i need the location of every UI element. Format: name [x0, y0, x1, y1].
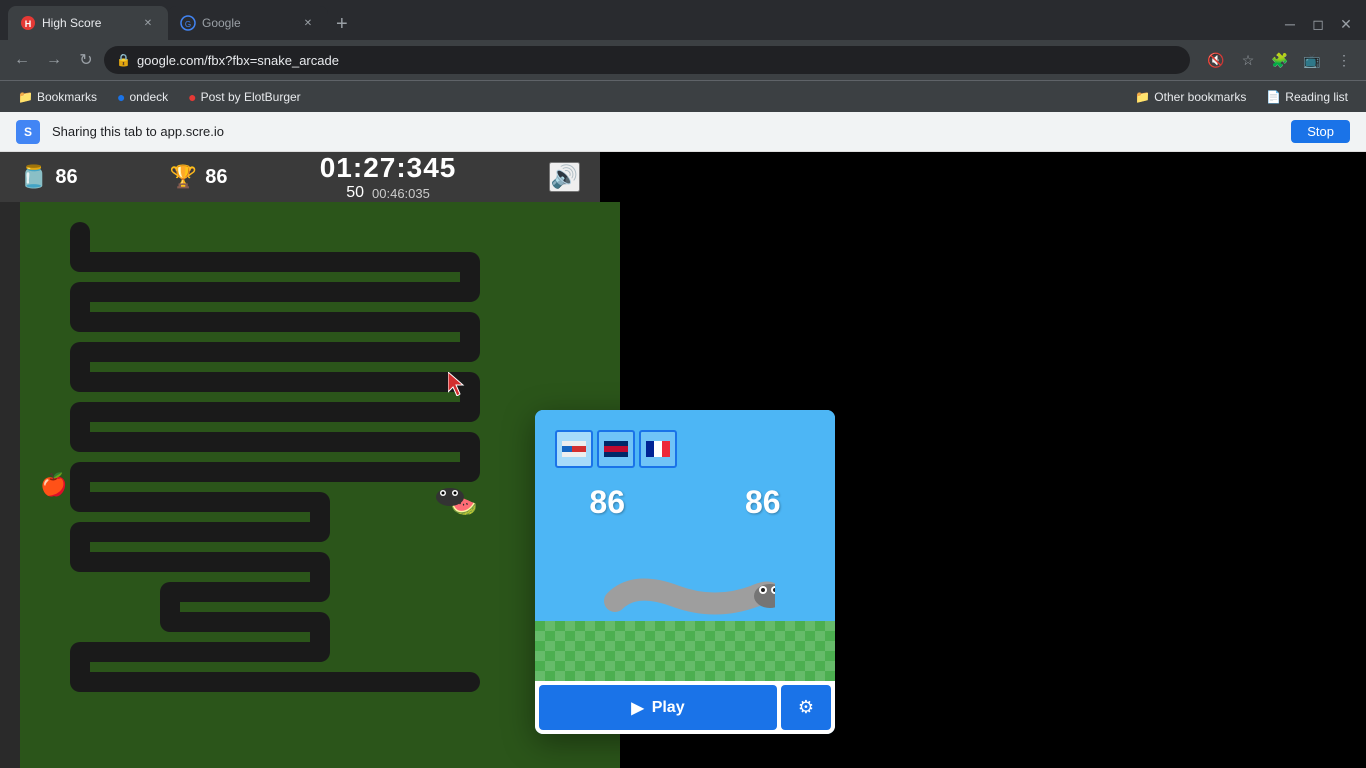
snake-svg — [20, 202, 620, 768]
tab2-title: Google — [202, 16, 294, 30]
game-board[interactable]: 🍎 🍉 🍒 🟡 — [20, 202, 620, 768]
svg-text:G: G — [185, 20, 191, 29]
reading-list-link[interactable]: 📄 Reading list — [1260, 88, 1354, 106]
stop-button[interactable]: Stop — [1291, 120, 1350, 143]
bookmark-elotburger[interactable]: ● Post by ElotBurger — [182, 87, 307, 107]
fruit-apple: 🍎 — [40, 472, 67, 498]
elotburger-label: Post by ElotBurger — [201, 90, 301, 104]
dialog-score-right: 86 — [745, 484, 781, 521]
tab2-favicon: G — [180, 15, 196, 31]
audio-button[interactable]: 🔊 — [549, 162, 580, 192]
reading-list-icon: 📄 — [1266, 90, 1281, 104]
tab1-close[interactable]: ✕ — [140, 15, 156, 31]
game-container: 🫙 86 🏆 86 01:27:345 50 00:46:035 — [0, 152, 600, 768]
dialog-score-left: 86 — [589, 484, 625, 521]
address-text: google.com/fbx?fbx=snake_arcade — [137, 53, 1178, 68]
dialog-top: 86 86 — [535, 410, 835, 621]
back-button[interactable]: ← — [8, 46, 36, 74]
content-area: 🫙 86 🏆 86 01:27:345 50 00:46:035 — [0, 152, 1366, 768]
new-tab-button[interactable]: + — [328, 13, 356, 36]
score-section-trophy: 🏆 86 — [170, 164, 228, 190]
mute-button[interactable]: 🔇 — [1202, 46, 1230, 74]
tab-high-score[interactable]: H High Score ✕ — [8, 6, 168, 40]
flag-card-3[interactable] — [639, 430, 677, 468]
score-dialog: 86 86 — [535, 410, 835, 734]
gear-icon: ⚙ — [798, 697, 814, 718]
main-timer: 01:27:345 — [320, 152, 457, 184]
close-button[interactable]: ✕ — [1334, 12, 1358, 36]
bookmarks-label: Bookmarks — [37, 90, 97, 104]
tab2-close[interactable]: ✕ — [300, 15, 316, 31]
elotburger-icon: ● — [188, 89, 196, 105]
dialog-buttons: ▶ Play ⚙ — [535, 681, 835, 734]
flag-card-1[interactable] — [555, 430, 593, 468]
ondeck-label: ondeck — [129, 90, 168, 104]
tab-bar: H High Score ✕ G Google ✕ + ─ ◻ ✕ — [0, 0, 1366, 40]
nav-right: 🔇 ☆ 🧩 📺 ⋮ — [1202, 46, 1358, 74]
sub-timer: 00:46:035 — [372, 186, 430, 201]
tab1-title: High Score — [42, 16, 134, 30]
dialog-scores: 86 86 — [555, 484, 815, 521]
tab-bar-actions: ─ ◻ ✕ — [1278, 12, 1358, 36]
bookmark-bookmarks[interactable]: 📁 Bookmarks — [12, 88, 103, 106]
forward-button[interactable]: → — [40, 46, 68, 74]
lock-icon: 🔒 — [116, 53, 131, 67]
ground-pattern-svg — [535, 621, 835, 681]
bookmark-star-button[interactable]: ☆ — [1234, 46, 1262, 74]
water-drop-icon: 🫙 — [20, 164, 47, 190]
dialog-snake-area — [555, 531, 815, 621]
browser-frame: H High Score ✕ G Google ✕ + ─ ◻ ✕ — [0, 0, 1366, 768]
sharing-bar: S Sharing this tab to app.scre.io Stop — [0, 112, 1366, 152]
reading-list-label: Reading list — [1285, 90, 1348, 104]
address-bar[interactable]: 🔒 google.com/fbx?fbx=snake_arcade — [104, 46, 1190, 74]
dialog-ground — [535, 621, 835, 681]
other-bookmarks-label: Other bookmarks — [1154, 90, 1246, 104]
bookmarks-bar: 📁 Bookmarks ● ondeck ● Post by ElotBurge… — [0, 80, 1366, 112]
tab1-favicon: H — [20, 15, 36, 31]
play-label: Play — [652, 699, 685, 717]
tab-google[interactable]: G Google ✕ — [168, 6, 328, 40]
refresh-button[interactable]: ↻ — [72, 46, 100, 74]
score-value-trophy: 86 — [205, 166, 227, 189]
svg-text:H: H — [25, 19, 32, 29]
maximize-button[interactable]: ◻ — [1306, 12, 1330, 36]
other-bookmarks-link[interactable]: 📁 Other bookmarks — [1129, 88, 1252, 106]
more-button[interactable]: ⋮ — [1330, 46, 1358, 74]
ondeck-icon: ● — [117, 89, 125, 105]
play-button[interactable]: ▶ Play — [539, 685, 777, 730]
sharing-icon: S — [16, 120, 40, 144]
timer-section: 01:27:345 50 00:46:035 — [320, 152, 457, 202]
dialog-flags — [555, 430, 815, 468]
folder-icon: 📁 — [1135, 90, 1150, 104]
sub-score: 50 — [346, 184, 364, 202]
settings-button[interactable]: ⚙ — [781, 685, 831, 730]
bookmarks-folder-icon: 📁 — [18, 90, 33, 104]
bookmark-ondeck[interactable]: ● ondeck — [111, 87, 174, 107]
sharing-text: Sharing this tab to app.scre.io — [52, 124, 1279, 139]
minimize-button[interactable]: ─ — [1278, 12, 1302, 36]
dialog-snake-svg — [595, 561, 775, 621]
bookmark-other: 📁 Other bookmarks 📄 Reading list — [1129, 88, 1354, 106]
cast-button[interactable]: 📺 — [1298, 46, 1326, 74]
score-section-left: 🫙 86 — [20, 164, 78, 190]
trophy-icon: 🏆 — [170, 164, 197, 190]
snake-head — [435, 487, 465, 512]
play-icon: ▶ — [631, 698, 643, 718]
score-value-left: 86 — [55, 166, 77, 189]
game-header: 🫙 86 🏆 86 01:27:345 50 00:46:035 — [0, 152, 600, 202]
flag-card-2[interactable] — [597, 430, 635, 468]
extensions-button[interactable]: 🧩 — [1266, 46, 1294, 74]
nav-bar: ← → ↻ 🔒 google.com/fbx?fbx=snake_arcade … — [0, 40, 1366, 80]
sub-timer-row: 50 00:46:035 — [346, 184, 430, 202]
